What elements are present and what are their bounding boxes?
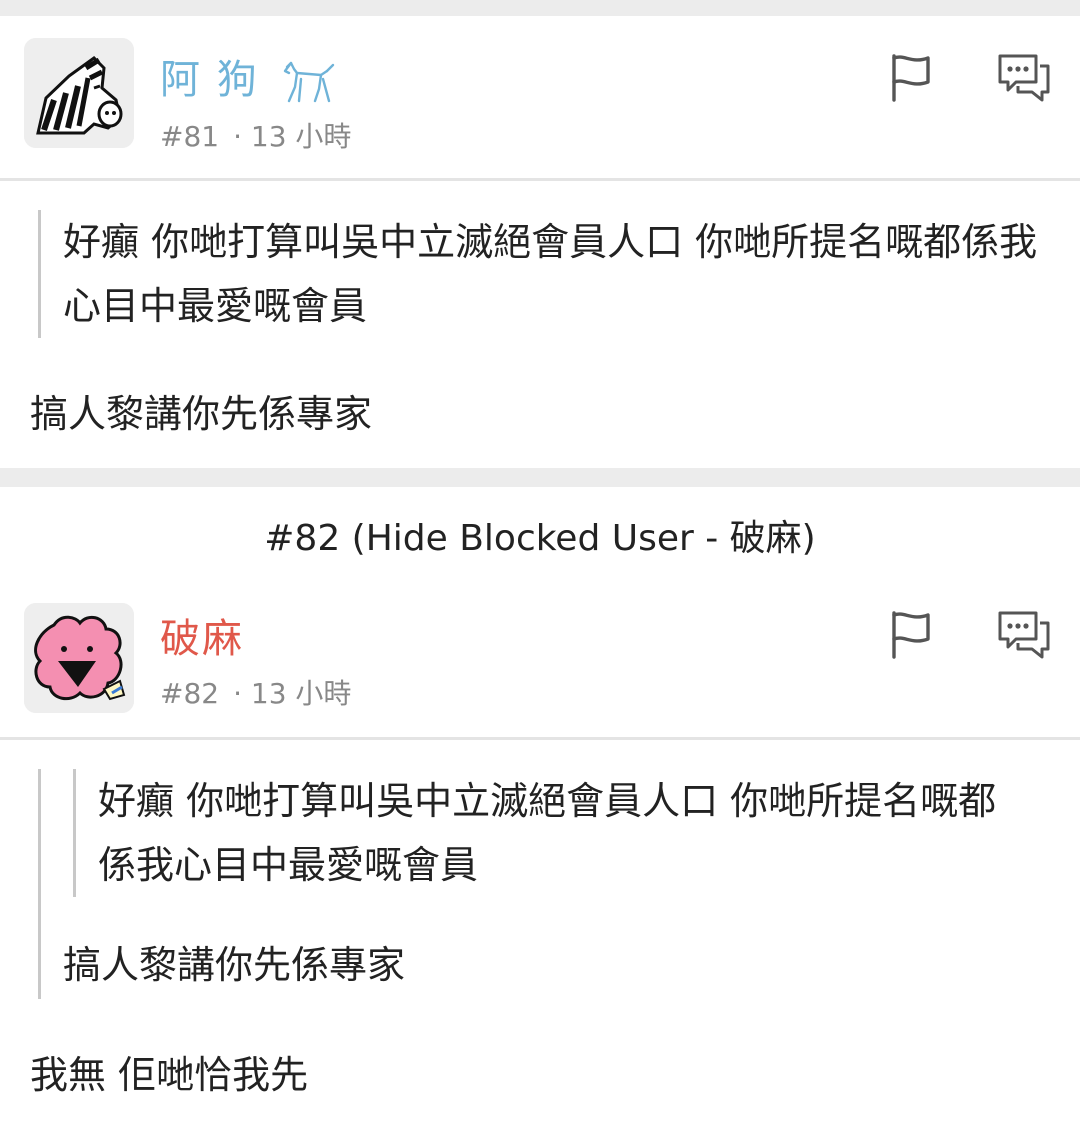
post-body: 搞人黎講你先係專家 <box>30 392 373 436</box>
username[interactable]: 阿 狗 <box>160 56 337 105</box>
zebra-avatar[interactable] <box>24 38 134 148</box>
username[interactable]: 破麻 <box>160 615 244 663</box>
quoted-text: 好癲 你哋打算叫吳中立滅絕會員人口 你哋所提名嘅都係我心目中最愛嘅會員 <box>38 210 1053 338</box>
blocked-user-note[interactable]: #82 (Hide Blocked User - 破麻) <box>0 509 1080 569</box>
username-text[interactable]: 阿 狗 <box>160 57 259 103</box>
quoted-text: 搞人黎講你先係專家 <box>63 943 406 987</box>
username-text[interactable]: 破麻 <box>160 616 244 662</box>
post-body: 我無 佢哋恰我先 <box>30 1053 309 1097</box>
header-divider <box>0 178 1080 181</box>
post-82: #82 (Hide Blocked User - 破麻) 破麻 #82 · 13 … <box>0 487 1080 1124</box>
post-time: · 13 小時 <box>233 120 352 153</box>
header-divider <box>0 737 1080 740</box>
flag-icon[interactable] <box>884 607 940 663</box>
comment-icon[interactable] <box>996 50 1052 106</box>
pink-blob-avatar[interactable] <box>24 603 134 713</box>
nested-quoted-text: 好癲 你哋打算叫吳中立滅絕會員人口 你哋所提名嘅都係我心目中最愛嘅會員 <box>73 769 1028 897</box>
post-meta: #81 · 13 小時 <box>160 120 351 154</box>
dog-icon <box>284 61 335 103</box>
post-time: · 13 小時 <box>233 677 352 710</box>
flag-icon[interactable] <box>884 50 940 106</box>
comment-icon[interactable] <box>996 607 1052 663</box>
post-81: 阿 狗 #81 · 13 小時 好癲 你哋打算叫吳中立滅絕會員人口 你哋所提名嘅… <box>0 16 1080 468</box>
top-gap <box>0 0 1080 16</box>
post-number[interactable]: #82 <box>160 677 219 710</box>
quote-block: 好癲 你哋打算叫吳中立滅絕會員人口 你哋所提名嘅都係我心目中最愛嘅會員 搞人黎講… <box>38 769 1031 999</box>
post-meta: #82 · 13 小時 <box>160 677 351 711</box>
post-number[interactable]: #81 <box>160 120 219 153</box>
